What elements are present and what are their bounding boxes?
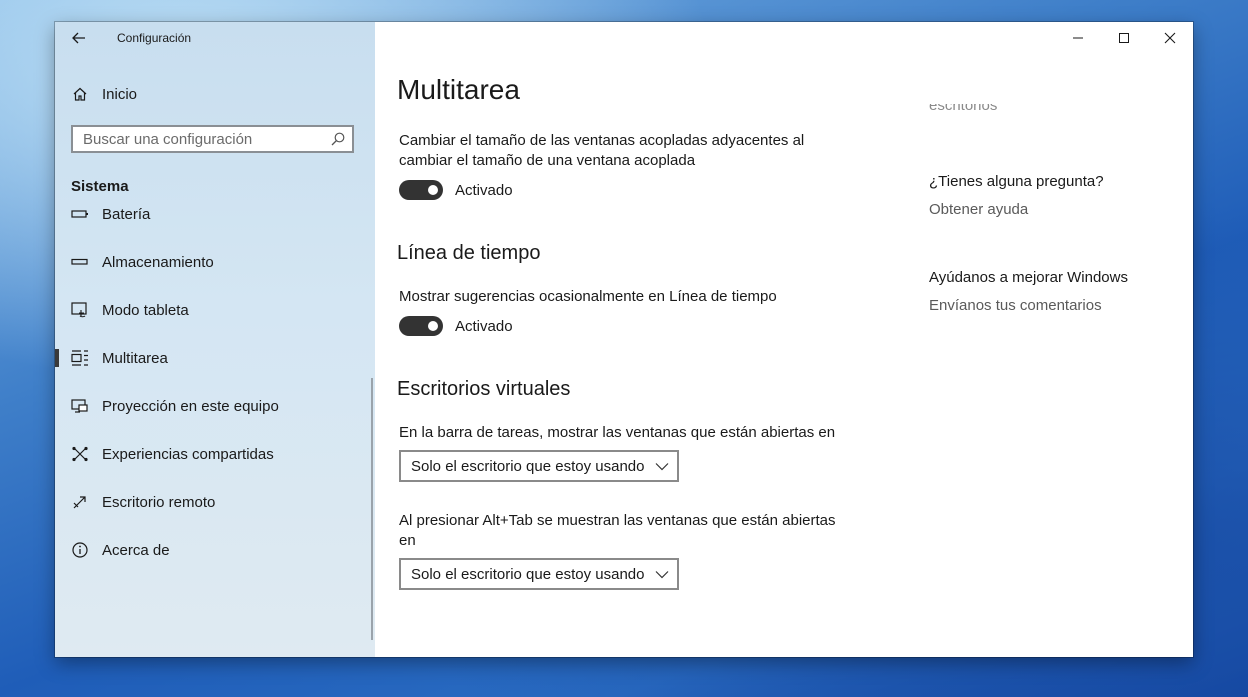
get-help-link[interactable]: Obtener ayuda bbox=[929, 201, 1028, 218]
storage-icon bbox=[71, 253, 89, 271]
snap-resize-toggle[interactable] bbox=[399, 180, 443, 200]
nav-home[interactable]: Inicio bbox=[55, 80, 375, 108]
alttab-windows-description: Al presionar Alt+Tab se muestran las ven… bbox=[399, 512, 836, 549]
projection-icon bbox=[71, 397, 89, 415]
sidebar-item-label: Almacenamiento bbox=[102, 253, 214, 271]
title-bar: Configuración bbox=[55, 22, 375, 54]
toggle-knob bbox=[428, 185, 438, 195]
chevron-down-icon bbox=[655, 463, 669, 471]
sidebar-item-label: Acerca de bbox=[102, 541, 170, 559]
shared-experiences-icon bbox=[71, 445, 89, 463]
home-icon bbox=[71, 85, 89, 103]
close-button[interactable] bbox=[1147, 22, 1193, 54]
toggle-knob bbox=[428, 321, 438, 331]
sidebar-item-label: Batería bbox=[102, 205, 151, 223]
info-icon bbox=[71, 541, 89, 559]
taskbar-windows-description: En la barra de tareas, mostrar las venta… bbox=[399, 424, 836, 441]
chevron-down-icon bbox=[655, 571, 669, 579]
sidebar: Configuración Inicio Sistema bbox=[55, 22, 375, 657]
timeline-toggle-row: Activado bbox=[399, 316, 513, 336]
sidebar-item-battery[interactable]: Batería bbox=[55, 194, 375, 234]
main-content: Multitarea Cambiar el tamaño de las vent… bbox=[375, 22, 1193, 657]
taskbar-windows-value: Solo el escritorio que estoy usando bbox=[411, 457, 645, 475]
sidebar-item-label: Modo tableta bbox=[102, 301, 189, 319]
minimize-icon bbox=[1073, 37, 1083, 39]
battery-icon bbox=[71, 206, 89, 224]
remote-desktop-icon bbox=[71, 493, 89, 511]
settings-window: Configuración Inicio Sistema bbox=[55, 22, 1193, 657]
section-title: Sistema bbox=[71, 178, 129, 195]
maximize-icon bbox=[1119, 33, 1129, 43]
snap-resize-toggle-row: Activado bbox=[399, 180, 513, 200]
sidebar-item-tablet-mode[interactable]: Modo tableta bbox=[55, 290, 375, 330]
scrolled-related-link[interactable]: escritorios bbox=[929, 104, 997, 116]
improve-heading: Ayúdanos a mejorar Windows bbox=[929, 269, 1128, 286]
timeline-toggle[interactable] bbox=[399, 316, 443, 336]
feedback-link[interactable]: Envíanos tus comentarios bbox=[929, 297, 1102, 314]
back-arrow-icon bbox=[72, 32, 85, 44]
back-button[interactable] bbox=[67, 28, 91, 48]
window-controls bbox=[1055, 22, 1193, 54]
virtual-desktops-heading: Escritorios virtuales bbox=[397, 378, 571, 400]
sidebar-item-label: Multitarea bbox=[102, 349, 168, 367]
sidebar-item-label: Experiencias compartidas bbox=[102, 445, 274, 463]
alttab-windows-value: Solo el escritorio que estoy usando bbox=[411, 565, 645, 583]
search-icon[interactable] bbox=[330, 131, 346, 147]
search-box bbox=[71, 125, 354, 153]
snap-resize-toggle-label: Activado bbox=[455, 181, 513, 199]
maximize-button[interactable] bbox=[1101, 22, 1147, 54]
snap-resize-description: Cambiar el tamaño de las ventanas acopla… bbox=[399, 132, 805, 169]
timeline-toggle-label: Activado bbox=[455, 317, 513, 335]
sidebar-item-multitasking[interactable]: Multitarea bbox=[55, 338, 375, 378]
timeline-heading: Línea de tiempo bbox=[397, 242, 541, 264]
taskbar-windows-dropdown[interactable]: Solo el escritorio que estoy usando bbox=[399, 450, 679, 482]
close-icon bbox=[1164, 32, 1176, 44]
page-title: Multitarea bbox=[397, 74, 520, 105]
selection-indicator bbox=[55, 349, 59, 367]
app-title: Configuración bbox=[117, 31, 192, 45]
timeline-description: Mostrar sugerencias ocasionalmente en Lí… bbox=[399, 288, 777, 305]
sidebar-item-label: Escritorio remoto bbox=[102, 493, 216, 511]
search-input[interactable] bbox=[73, 128, 323, 150]
question-heading: ¿Tienes alguna pregunta? bbox=[929, 173, 1104, 190]
sidebar-item-label: Proyección en este equipo bbox=[102, 397, 279, 415]
sidebar-scrollbar[interactable] bbox=[371, 378, 373, 640]
minimize-button[interactable] bbox=[1055, 22, 1101, 54]
tablet-mode-icon bbox=[71, 301, 89, 319]
nav-home-label: Inicio bbox=[102, 85, 138, 103]
alttab-windows-dropdown[interactable]: Solo el escritorio que estoy usando bbox=[399, 558, 679, 590]
sidebar-item-about[interactable]: Acerca de bbox=[55, 530, 375, 570]
multitasking-icon bbox=[71, 349, 89, 367]
sidebar-item-remote-desktop[interactable]: Escritorio remoto bbox=[55, 482, 375, 522]
sidebar-item-projection[interactable]: Proyección en este equipo bbox=[55, 386, 375, 426]
sidebar-item-shared-experiences[interactable]: Experiencias compartidas bbox=[55, 434, 375, 474]
sidebar-item-storage[interactable]: Almacenamiento bbox=[55, 242, 375, 282]
